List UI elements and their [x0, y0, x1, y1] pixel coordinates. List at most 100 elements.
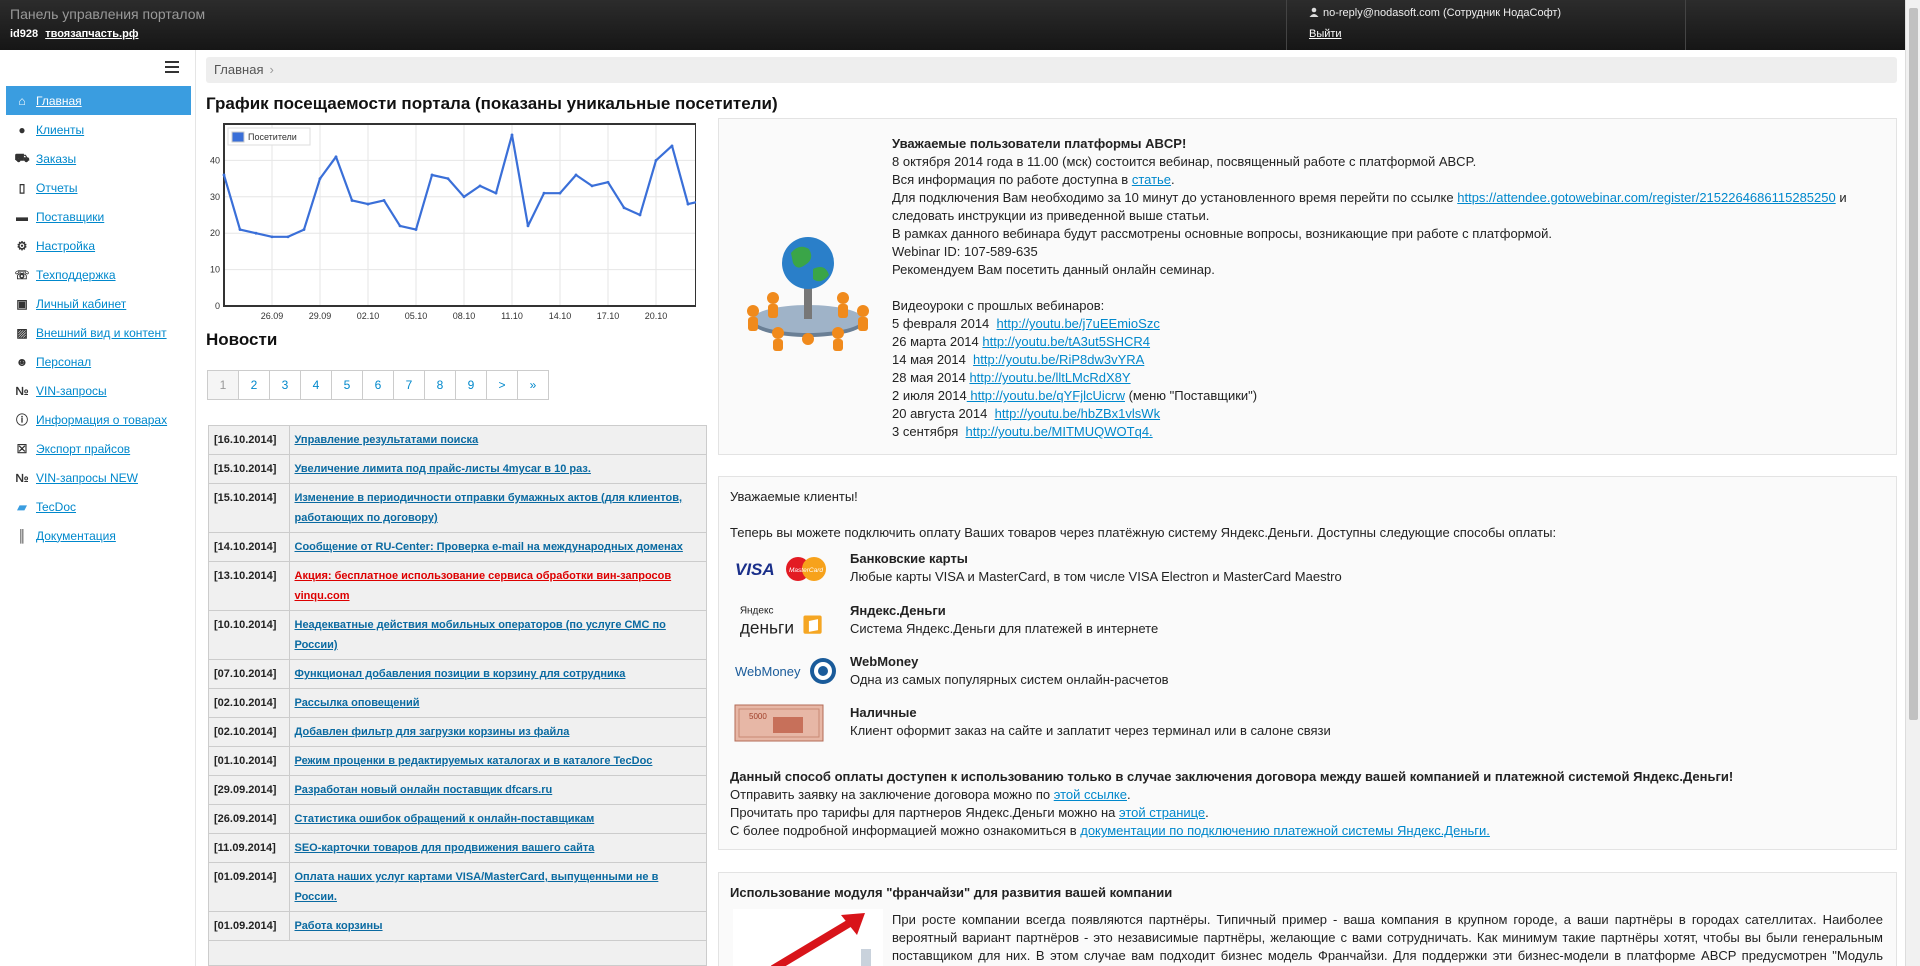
sidebar-item-vin-new[interactable]: № VIN-запросы NEW — [6, 463, 191, 492]
page-button-8[interactable]: 8 — [424, 370, 456, 400]
yandex-money-logo: Яндекс деньги — [740, 606, 822, 638]
page-last-button[interactable]: » — [517, 370, 549, 400]
payment-notice: Данный способ оплаты доступен к использо… — [730, 769, 1734, 784]
page-button-1[interactable]: 1 — [207, 370, 239, 400]
sidebar-item-support[interactable]: ☏ Техподдержка — [6, 260, 191, 289]
news-link[interactable]: Неадекватные действия мобильных оператор… — [295, 619, 666, 651]
sidebar-item-label[interactable]: VIN-запросы — [36, 384, 107, 398]
x-tick-label: 08.10 — [453, 311, 476, 320]
data-point — [334, 155, 338, 159]
sidebar-item-label[interactable]: Документация — [36, 529, 116, 543]
globe-meeting-image — [747, 237, 869, 351]
scrollbar-thumb[interactable] — [1909, 8, 1918, 720]
sidebar-item-label[interactable]: Персонал — [36, 355, 91, 369]
legend-swatch — [231, 131, 245, 143]
news-link[interactable]: Сообщение от RU-Center: Проверка e-mail … — [295, 541, 683, 553]
video-link[interactable]: http://youtu.be/hbZBx1vlsWk — [995, 406, 1160, 421]
video-date: 2 июля 2014 — [892, 388, 967, 403]
sidebar-item-label[interactable]: Личный кабинет — [36, 297, 126, 311]
sidebar-item-reports[interactable]: ▯ Отчеты — [6, 173, 191, 202]
video-link[interactable]: http://youtu.be/RiP8dw3vYRA — [973, 352, 1144, 367]
sidebar-item-label[interactable]: Экспорт прайсов — [36, 442, 130, 456]
news-link[interactable]: Изменение в периодичности отправки бумаж… — [295, 492, 683, 524]
news-link[interactable]: Управление результатами поиска — [295, 434, 479, 446]
video-link[interactable]: http://youtu.be/qYFjlcUicrw — [967, 388, 1125, 403]
logout-link[interactable]: Выйти — [1309, 28, 1342, 40]
webinar-info-text: Вся информация по работе доступна в — [892, 172, 1132, 187]
y-tick-label: 30 — [210, 192, 220, 202]
sidebar-item-suppliers[interactable]: ▬ Поставщики — [6, 202, 191, 231]
sidebar-item-label[interactable]: Отчеты — [36, 181, 77, 195]
site-link[interactable]: твоязапчасть.рф — [45, 28, 138, 40]
sidebar-item-tecdoc[interactable]: ▰ TecDoc — [6, 492, 191, 521]
news-row: [10.10.2014] Неадекватные действия мобиль… — [209, 610, 706, 660]
sidebar-item-staff[interactable]: ☻ Персонал — [6, 347, 191, 376]
chat-icon: ☏ — [14, 267, 30, 282]
page-button-5[interactable]: 5 — [331, 370, 363, 400]
video-link[interactable]: http://youtu.be/MITMUQWOTq4. — [966, 424, 1153, 439]
video-date: 20 августа 2014 — [892, 406, 995, 421]
sidebar-item-label[interactable]: Клиенты — [36, 123, 84, 137]
sidebar-item-label[interactable]: VIN-запросы NEW — [36, 471, 138, 485]
news-date: [15.10.2014] — [209, 454, 290, 484]
news-link[interactable]: Оплата наших услуг картами VISA/MasterCa… — [295, 871, 659, 903]
news-link[interactable]: Добавлен фильтр для загрузки корзины из … — [295, 726, 570, 738]
sidebar-item-vin[interactable]: № VIN-запросы — [6, 376, 191, 405]
sidebar-item-label[interactable]: Техподдержка — [36, 268, 116, 282]
payment-method-yandex: Яндекс деньги Яндекс.Деньги Система Янде… — [733, 601, 1883, 641]
page-button-6[interactable]: 6 — [362, 370, 394, 400]
sidebar-item-docs[interactable]: ║ Документация — [6, 521, 191, 550]
data-point — [222, 173, 226, 177]
data-point — [542, 191, 546, 195]
vertical-scrollbar[interactable] — [1905, 0, 1920, 966]
video-link[interactable]: http://youtu.be/lltLMcRdX8Y — [969, 370, 1130, 385]
sidebar-item-label[interactable]: Внешний вид и контент — [36, 326, 167, 340]
sidebar-item-cabinet[interactable]: ▣ Личный кабинет — [6, 289, 191, 318]
page-button-7[interactable]: 7 — [393, 370, 425, 400]
sidebar-item-label[interactable]: TecDoc — [36, 500, 76, 514]
sidebar-item-clients[interactable]: ● Клиенты — [6, 115, 191, 144]
video-link[interactable]: http://youtu.be/tA3ut5SHCR4 — [982, 334, 1150, 349]
sidebar-item-product-info[interactable]: ⓘ Информация о товарах — [6, 405, 191, 434]
x-tick-label: 14.10 — [549, 311, 572, 320]
news-link[interactable]: SEO-карточки товаров для продвижения ваш… — [295, 842, 595, 854]
sidebar-item-orders[interactable]: ⛟ Заказы — [6, 144, 191, 173]
briefcase-icon: ▣ — [16, 296, 28, 311]
webinar-register-link[interactable]: https://attendee.gotowebinar.com/registe… — [1457, 190, 1836, 205]
breadcrumb-home[interactable]: Главная — [214, 62, 263, 77]
page-button-2[interactable]: 2 — [238, 370, 270, 400]
video-link[interactable]: http://youtu.be/j7uEEmioSzc — [997, 316, 1160, 331]
page-button-4[interactable]: 4 — [300, 370, 332, 400]
menu-toggle-icon[interactable] — [165, 61, 179, 73]
news-link[interactable]: Рассылка оповещений — [295, 697, 420, 709]
news-link[interactable]: Увеличение лимита под прайс-листы 4mycar… — [295, 463, 591, 475]
panel-title: Панель управления порталом — [10, 6, 206, 22]
sidebar-item-settings[interactable]: ⚙ Настройка — [6, 231, 191, 260]
sidebar-item-home[interactable]: ⌂ Главная — [6, 86, 191, 115]
news-row: [16.10.2014] Управление результатами поис… — [209, 426, 706, 455]
news-link[interactable]: Статистика ошибок обращений к онлайн-пос… — [295, 813, 595, 825]
news-link[interactable]: Работа корзины — [295, 920, 383, 932]
article-link[interactable]: статье — [1132, 172, 1171, 187]
news-link[interactable]: Режим проценки в редактируемых каталогах… — [295, 755, 653, 767]
sidebar-item-label[interactable]: Информация о товарах — [36, 413, 167, 427]
sidebar-item-label[interactable]: Заказы — [36, 152, 76, 166]
page-next-button[interactable]: > — [486, 370, 518, 400]
page-button-3[interactable]: 3 — [269, 370, 301, 400]
sidebar-item-label[interactable]: Поставщики — [36, 210, 104, 224]
folder-icon: ▰ — [17, 499, 27, 514]
sidebar-item-label[interactable]: Настройка — [36, 239, 95, 253]
page-button-9[interactable]: 9 — [455, 370, 487, 400]
news-link[interactable]: Функционал добавления позиции в корзину … — [295, 668, 626, 680]
sidebar-item-appearance[interactable]: ▨ Внешний вид и контент — [6, 318, 191, 347]
news-row: [02.10.2014] Добавлен фильтр для загрузки… — [209, 717, 706, 747]
docs-link[interactable]: документации по подключению платежной си… — [1080, 823, 1490, 838]
contract-line: Отправить заявку на заключение договора … — [730, 787, 1131, 802]
contract-link[interactable]: этой ссылке — [1054, 787, 1127, 802]
sidebar-item-label[interactable]: Главная — [36, 94, 82, 108]
news-title-cell: Сообщение от RU-Center: Проверка e-mail … — [289, 532, 706, 562]
news-link[interactable]: Акция: бесплатное использование сервиса … — [295, 570, 672, 602]
news-link[interactable]: Разработан новый онлайн поставщик dfcars… — [295, 784, 553, 796]
sidebar-item-price-export[interactable]: ☒ Экспорт прайсов — [6, 434, 191, 463]
tariffs-link[interactable]: этой странице — [1119, 805, 1205, 820]
